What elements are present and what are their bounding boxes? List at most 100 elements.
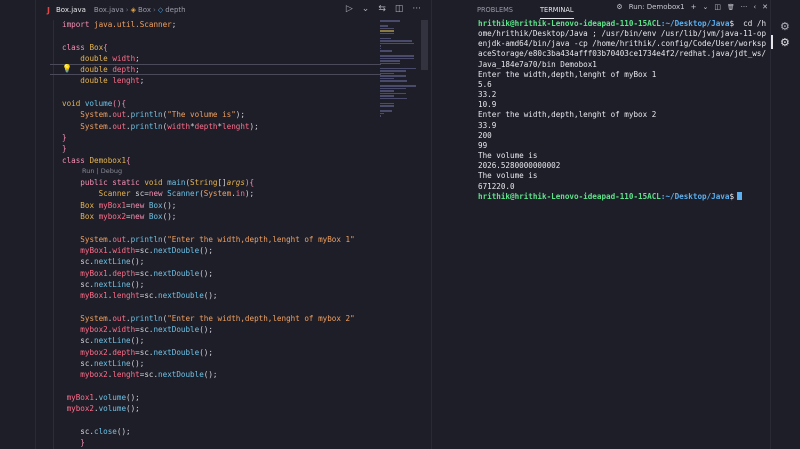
- code-token: out: [112, 121, 127, 131]
- code-token: Box: [148, 212, 163, 222]
- code-line[interactable]: System.out.println(width*depth*lenght);: [62, 121, 382, 132]
- code-token: ;: [171, 20, 177, 29]
- code-line[interactable]: Box myBox1=new Box();: [62, 200, 382, 211]
- code-token: );: [249, 121, 259, 131]
- code-line[interactable]: myBox1.volume();: [62, 392, 382, 403]
- code-token: mybox2: [98, 212, 127, 222]
- code-line[interactable]: System.out.println("The volume is");: [62, 109, 382, 120]
- code-token: new: [130, 200, 149, 210]
- scrollbar-thumb[interactable]: [421, 20, 428, 70]
- trash-icon[interactable]: 🗑: [727, 4, 735, 11]
- code-token: new: [130, 212, 149, 222]
- code-line[interactable]: [62, 30, 382, 41]
- code-token: myBox1: [80, 268, 108, 278]
- minimap-line: [380, 85, 416, 87]
- code-line[interactable]: [62, 87, 382, 98]
- tab-problems[interactable]: PROBLEMS: [477, 2, 513, 18]
- code-token: "Enter the width,depth,lenght of myBox 1…: [167, 234, 355, 244]
- code-token: mybox2: [66, 404, 95, 414]
- back-icon[interactable]: ‹: [753, 3, 756, 11]
- code-line[interactable]: sc.nextLine();: [62, 279, 382, 290]
- code-token: nextDouble: [153, 245, 200, 255]
- split-editor-icon[interactable]: ◫: [395, 4, 404, 14]
- compare-icon[interactable]: ⇆: [378, 4, 386, 14]
- code-line[interactable]: mybox2.width=sc.nextDouble();: [62, 324, 382, 335]
- terminal-output[interactable]: hrithik@hrithik-Lenovo-ideapad-110-15ACL…: [478, 19, 768, 202]
- launch-name[interactable]: Run: Demobox1: [629, 3, 685, 11]
- new-terminal-icon[interactable]: +: [691, 3, 697, 11]
- breadcrumb-file[interactable]: Box.java: [94, 6, 124, 14]
- code-token: ();: [203, 370, 218, 380]
- code-token: new: [148, 189, 168, 199]
- code-token: nextDouble: [153, 347, 200, 357]
- code-line[interactable]: import java.util.Scanner;: [62, 19, 382, 30]
- minimap-line: [380, 27, 394, 29]
- code-token: println: [130, 313, 163, 323]
- code-token: {: [103, 42, 108, 52]
- code-line[interactable]: Box mybox2=new Box();: [62, 211, 382, 222]
- editor-scrollbar[interactable]: [420, 20, 428, 449]
- code-line[interactable]: void volume(){: [62, 98, 382, 109]
- code-line[interactable]: mybox2.depth=sc.nextDouble();: [62, 347, 382, 358]
- code-line[interactable]: }: [62, 143, 382, 154]
- run-dropdown-icon[interactable]: ⌄: [362, 4, 370, 14]
- code-line[interactable]: double depth;: [62, 64, 382, 75]
- code-token: double: [80, 53, 113, 63]
- code-line[interactable]: Scanner sc=new Scanner(System.in);: [62, 188, 382, 199]
- code-token: mybox2: [80, 347, 108, 357]
- breadcrumb-class[interactable]: Box: [138, 6, 151, 14]
- prompt-user: hrithik@hrithik-Lenovo-ideapad-110-15ACL: [478, 19, 661, 28]
- code-token: Scanner: [167, 189, 200, 199]
- code-line[interactable]: sc.close();: [62, 426, 382, 437]
- more-actions-icon[interactable]: ···: [412, 4, 421, 14]
- breadcrumb-separator: ›: [125, 6, 129, 14]
- code-line[interactable]: class Box{: [62, 42, 382, 53]
- code-line[interactable]: [62, 301, 382, 312]
- more-actions-icon[interactable]: ···: [741, 3, 748, 11]
- code-line[interactable]: [62, 222, 382, 233]
- code-token: =sc.: [135, 268, 154, 278]
- code-token: ();: [203, 291, 218, 301]
- code-token: class: [62, 42, 90, 52]
- code-line[interactable]: sc.nextLine();: [62, 358, 382, 369]
- close-panel-icon[interactable]: ✕: [762, 3, 768, 11]
- minimap-line: [380, 67, 416, 69]
- code-line[interactable]: sc.nextLine();: [62, 335, 382, 346]
- code-line[interactable]: mybox2.lenght=sc.nextDouble();: [62, 369, 382, 380]
- tab-terminal[interactable]: TERMINAL: [540, 2, 574, 19]
- code-line[interactable]: System.out.println("Enter the width,dept…: [62, 234, 382, 245]
- code-line[interactable]: }: [62, 132, 382, 143]
- code-line[interactable]: System.out.println("Enter the width,dept…: [62, 313, 382, 324]
- editor-tab-box-java[interactable]: Box.java: [56, 6, 86, 14]
- terminal-instance-2-gear-icon[interactable]: ⚙: [780, 36, 792, 49]
- code-line[interactable]: sc.nextLine();: [62, 256, 382, 267]
- code-line[interactable]: myBox1.width=sc.nextDouble();: [62, 245, 382, 256]
- code-line[interactable]: public static void main(String[]args){: [62, 177, 382, 188]
- run-icon[interactable]: ▷: [346, 4, 353, 14]
- terminal-dropdown-icon[interactable]: ⌄: [703, 3, 709, 11]
- code-line[interactable]: mybox2.volume();: [62, 403, 382, 414]
- code-line[interactable]: myBox1.lenght=sc.nextDouble();: [62, 290, 382, 301]
- code-token: width: [112, 245, 136, 255]
- code-line[interactable]: double lenght;: [62, 75, 382, 86]
- code-line[interactable]: [62, 381, 382, 392]
- code-line[interactable]: myBox1.depth=sc.nextDouble();: [62, 268, 382, 279]
- launch-settings-icon[interactable]: ⚙: [616, 3, 622, 11]
- codelens-run-debug[interactable]: Run | Debug: [62, 166, 382, 177]
- minimap-line: [380, 55, 414, 57]
- minimap[interactable]: [380, 20, 418, 117]
- terminal-instance-1-gear-icon[interactable]: ⚙: [780, 20, 792, 33]
- code-token: ();: [199, 268, 213, 278]
- terminal-list: ⚙ ⚙: [770, 0, 800, 449]
- breadcrumb-field[interactable]: depth: [165, 6, 185, 14]
- split-terminal-icon[interactable]: ◫: [714, 3, 721, 11]
- code-line[interactable]: class Demobox1{: [62, 155, 382, 166]
- code-line[interactable]: }: [62, 437, 382, 448]
- minimap-line: [380, 42, 415, 44]
- code-line[interactable]: [62, 414, 382, 425]
- code-line[interactable]: double width;: [62, 53, 382, 64]
- code-editor[interactable]: import java.util.Scanner; class Box{ dou…: [62, 19, 382, 449]
